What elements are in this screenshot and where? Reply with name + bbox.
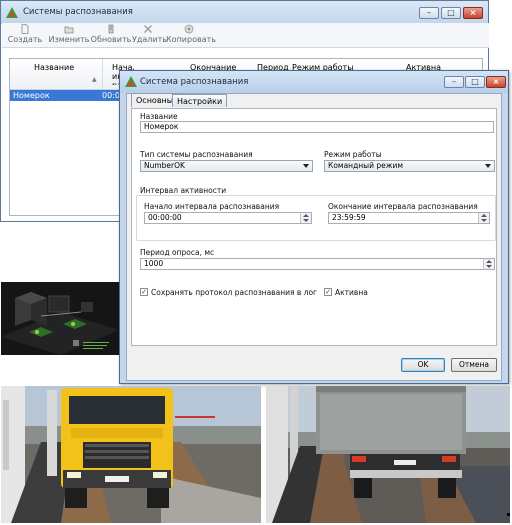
cancel-button[interactable]: Отмена [451,358,497,372]
column-name[interactable]: Название [34,63,74,72]
minimize-button[interactable]: – [419,7,439,19]
delete-label: Удалить [132,35,167,44]
start-label: Начало интервала распознавания [144,202,280,211]
truck-front-photo [1,386,261,523]
chevron-down-icon [485,164,491,168]
dialog-titlebar[interactable]: Система распознавания – □ × [120,71,508,93]
tab-settings[interactable]: Настройки [172,94,228,107]
period-input[interactable]: 1000 [140,258,495,270]
main-window-titlebar[interactable]: Системы распознавания – □ × [1,1,488,24]
refresh-label: Обновить [90,35,132,44]
sort-arrow-icon: ▲ [92,76,97,83]
end-label: Окончание интервала распознавания [328,202,478,211]
ok-button[interactable]: OK [401,358,445,372]
copy-button[interactable]: Копировать [166,24,216,44]
copy-label: Копировать [166,35,216,44]
period-spinner[interactable] [483,259,494,269]
refresh-button[interactable]: Обновить [90,24,132,44]
table-row[interactable]: Номерок 00:00: [10,90,128,101]
system-diagram-image [1,282,119,355]
app-logo-icon [125,76,137,87]
copy-icon [184,24,194,34]
chevron-down-icon [303,164,309,168]
period-label: Период опроса, мс [140,248,215,257]
truck-rear-photo [266,386,510,523]
delete-x-icon [144,25,152,33]
edit-label: Изменить [48,35,90,44]
dialog-maximize-button[interactable]: □ [465,76,485,88]
edit-button[interactable]: Изменить [48,24,90,44]
start-time-spinner[interactable] [300,213,311,223]
refresh-icon [108,24,114,34]
tab-main-page: Название Номерок Тип системы распознаван… [131,108,497,346]
end-time-spinner[interactable] [478,213,489,223]
start-time-value: 00:00:00 [148,213,182,222]
active-label: Активна [335,288,368,297]
start-time-input[interactable]: 00:00:00 [144,212,312,224]
dialog-title: Система распознавания [140,77,249,87]
close-button[interactable]: × [463,7,483,19]
folder-edit-icon [64,26,74,34]
type-select[interactable]: NumberOK [140,160,313,172]
delete-button[interactable]: Удалить [132,24,167,44]
interval-group-label: Интервал активности [140,186,227,195]
mode-select[interactable]: Командный режим [324,160,495,172]
save-log-label: Сохранять протокол распознавания в лог [151,288,317,297]
mode-select-value: Командный режим [328,161,404,170]
dialog-close-button[interactable]: × [486,76,506,88]
dialog-minimize-button[interactable]: – [444,76,464,88]
create-label: Создать [7,35,43,44]
main-window-title: Системы распознавания [23,7,133,17]
bullet-dot [507,513,510,516]
recognition-system-dialog: Система распознавания – □ × Основные Нас… [119,70,509,384]
end-time-value: 23:59:59 [332,213,366,222]
save-log-checkbox[interactable]: ✓ [140,288,148,296]
end-time-input[interactable]: 23:59:59 [328,212,490,224]
active-checkbox[interactable]: ✓ [324,288,332,296]
type-select-value: NumberOK [144,161,185,170]
maximize-button[interactable]: □ [441,7,461,19]
type-label: Тип системы распознавания [140,150,253,159]
toolbar: Создать Изменить Обновить Удалить Копиро… [2,23,489,48]
dialog-body: Основные Настройки Название Номерок Тип … [126,93,502,381]
name-input[interactable]: Номерок [140,121,494,133]
app-logo-icon [6,7,18,18]
period-value: 1000 [144,259,164,268]
mode-label: Режим работы [324,150,382,159]
name-label: Название [140,112,178,121]
document-new-icon [21,24,29,34]
create-button[interactable]: Создать [5,24,45,44]
row-name: Номерок [13,91,50,100]
